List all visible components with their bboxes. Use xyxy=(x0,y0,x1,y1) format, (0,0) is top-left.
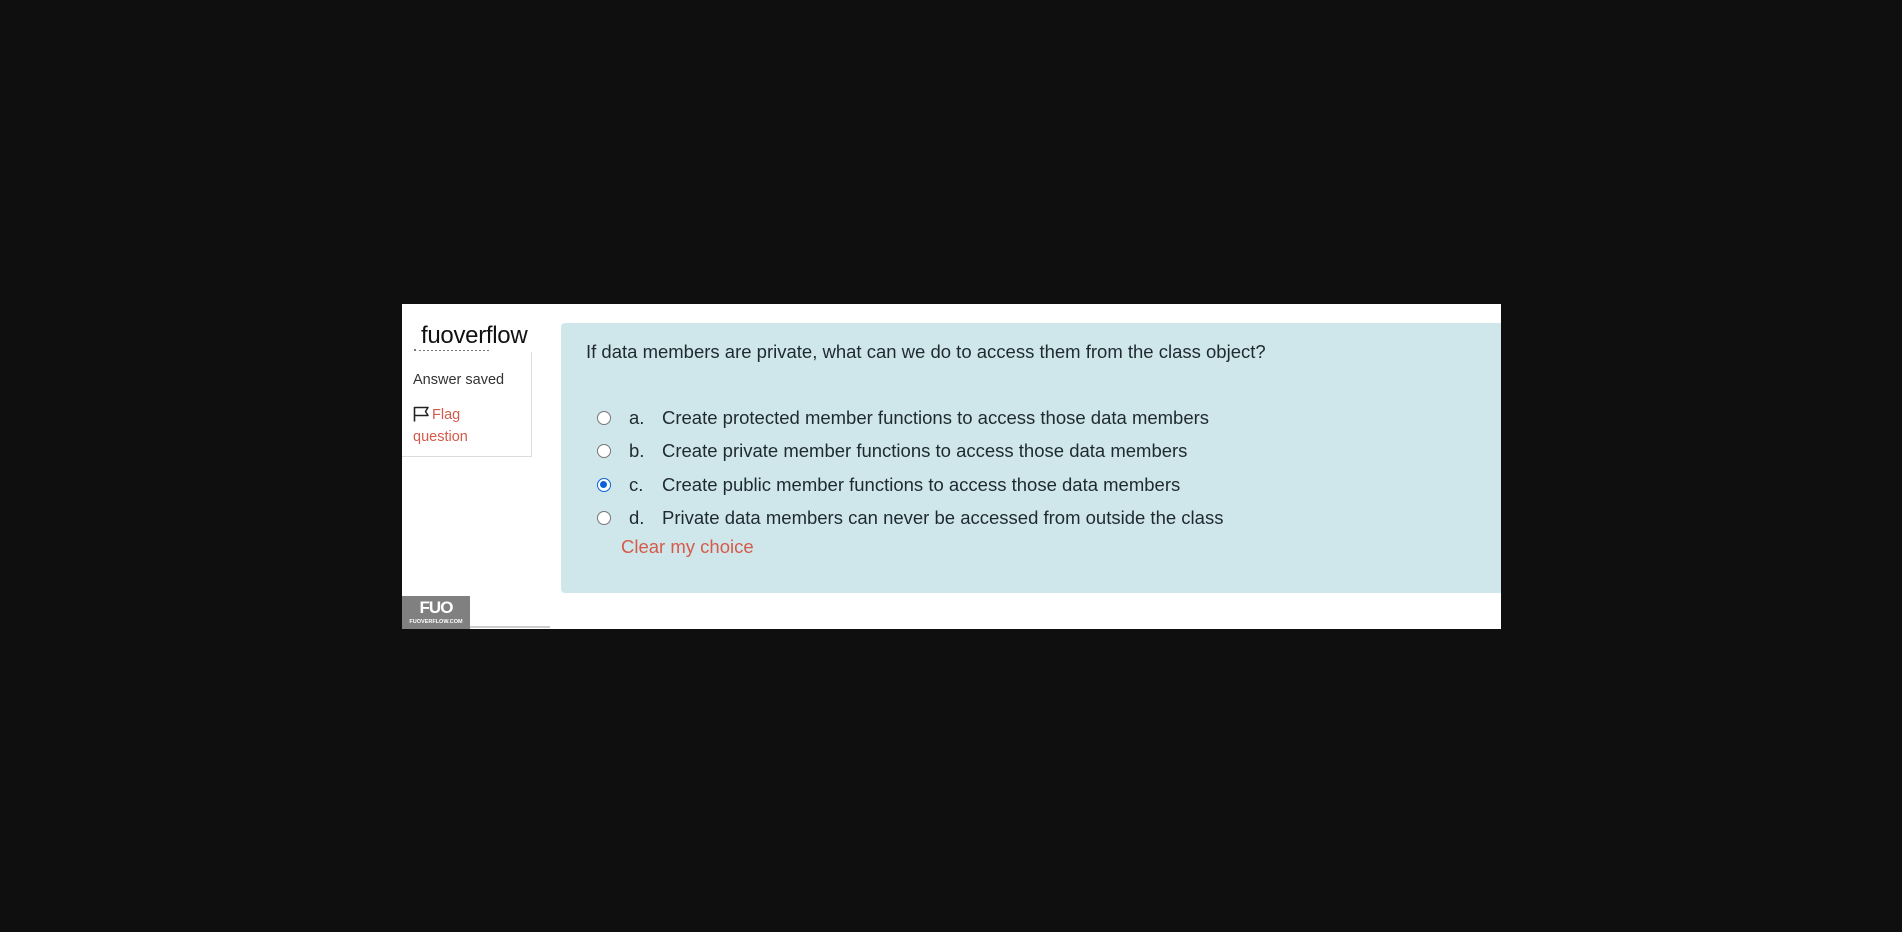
radio-c[interactable] xyxy=(597,477,611,492)
divider xyxy=(470,626,550,628)
option-letter: c. xyxy=(629,473,644,495)
flag-icon xyxy=(413,406,429,422)
logo-caption: FUOVERFLOW.COM xyxy=(409,619,463,625)
answer-option-d[interactable]: d. Private data members can never be acc… xyxy=(597,502,1223,536)
quiz-screenshot: fuoverflow Answer saved Flag question If… xyxy=(402,304,1501,629)
answer-status: Answer saved xyxy=(413,372,505,388)
option-letter: d. xyxy=(629,507,645,529)
question-panel: If data members are private, what can we… xyxy=(561,323,1501,593)
option-text: Create public member functions to access… xyxy=(662,473,1181,495)
radio-b[interactable] xyxy=(597,444,611,459)
site-watermark: fuoverflow xyxy=(419,322,530,350)
flag-question-link[interactable]: Flag question xyxy=(413,404,513,448)
fuo-logo: FUO FUOVERFLOW.COM xyxy=(402,596,470,629)
option-letter: a. xyxy=(629,406,645,428)
clear-choice-link[interactable]: Clear my choice xyxy=(621,536,754,558)
logo-mark: FUO xyxy=(419,598,454,617)
option-text: Create private member functions to acces… xyxy=(662,440,1188,462)
answer-option-b[interactable]: b. Create private member functions to ac… xyxy=(597,435,1223,469)
answer-option-a[interactable]: a. Create protected member functions to … xyxy=(597,401,1223,435)
answer-list: a. Create protected member functions to … xyxy=(597,401,1223,535)
radio-d[interactable] xyxy=(597,511,611,526)
question-info-card: Answer saved Flag question xyxy=(402,349,532,457)
question-text: If data members are private, what can we… xyxy=(586,341,1266,362)
option-text: Private data members can never be access… xyxy=(662,507,1224,529)
option-letter: b. xyxy=(629,440,645,462)
option-text: Create protected member functions to acc… xyxy=(662,406,1210,428)
answer-option-c[interactable]: c. Create public member functions to acc… xyxy=(597,468,1223,502)
radio-a[interactable] xyxy=(597,410,611,425)
